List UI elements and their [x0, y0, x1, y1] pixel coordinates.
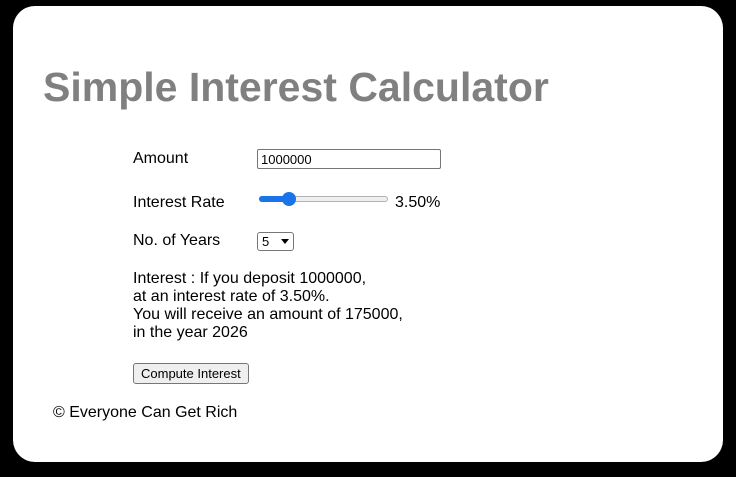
result-text: Interest : If you deposit 1000000, at an… — [133, 270, 403, 342]
years-label: No. of Years — [133, 232, 221, 249]
amount-input[interactable] — [257, 149, 441, 169]
chevron-down-icon — [281, 239, 289, 244]
result-line-1: Interest : If you deposit 1000000, — [133, 270, 367, 287]
calculator-card: Simple Interest Calculator Amount Intere… — [13, 6, 723, 462]
interest-rate-slider[interactable] — [259, 192, 388, 206]
footer-copyright: © Everyone Can Get Rich — [53, 404, 238, 421]
years-selected-value: 5 — [262, 234, 270, 249]
interest-rate-label: Interest Rate — [133, 194, 225, 211]
page-title: Simple Interest Calculator — [43, 64, 549, 110]
years-select[interactable]: 5 — [257, 232, 294, 251]
slider-thumb[interactable] — [282, 192, 296, 206]
interest-rate-value: 3.50% — [395, 194, 441, 211]
compute-interest-button[interactable]: Compute Interest — [133, 363, 249, 384]
result-line-3: You will receive an amount of 175000, — [133, 306, 403, 323]
result-line-4: in the year 2026 — [133, 324, 248, 341]
amount-label: Amount — [133, 150, 189, 167]
result-line-2: at an interest rate of 3.50%. — [133, 288, 330, 305]
